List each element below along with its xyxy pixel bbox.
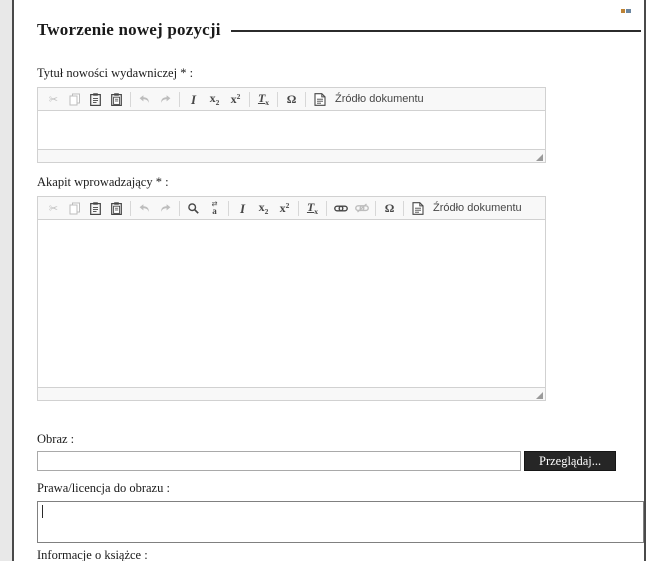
paste-from-word-button[interactable] (107, 91, 126, 107)
undo-button (135, 200, 154, 216)
cropped-corner-icon (621, 0, 632, 13)
document-source-button[interactable] (408, 200, 427, 216)
title-underline (230, 30, 641, 32)
title-richtext-editor: ✂ Ix2 x2 Tx Ω Źródło dokumentu (37, 87, 546, 163)
toolbar-separator (403, 200, 404, 216)
find-icon (187, 202, 200, 215)
superscript-button[interactable]: x2 (275, 200, 294, 216)
superscript-icon: x2 (279, 201, 290, 215)
paste-from-word-button[interactable] (107, 200, 126, 216)
redo-button (156, 91, 175, 107)
link-icon (333, 204, 348, 213)
redo-button (156, 200, 175, 216)
paste-icon (90, 92, 101, 106)
title-editor-footer (38, 149, 545, 162)
image-file-input[interactable] (37, 451, 521, 471)
undo-icon (138, 202, 151, 215)
paste-from-word-icon (111, 92, 122, 106)
document-source-button[interactable] (310, 91, 329, 107)
toolbar-separator (298, 200, 299, 216)
redo-icon (159, 202, 172, 215)
title-field-label: Tytuł nowości wydawniczej * : (37, 66, 194, 80)
paste-button[interactable] (86, 200, 105, 216)
rights-textarea[interactable] (37, 501, 644, 543)
text-caret (42, 505, 43, 518)
form-content: Tworzenie nowej pozycji Tytuł nowości wy… (14, 0, 644, 561)
page-title: Tworzenie nowej pozycji (37, 20, 221, 39)
toolbar-separator (228, 200, 229, 216)
cut-button: ✂ (44, 91, 63, 107)
copy-button (65, 200, 84, 216)
cut-button: ✂ (44, 200, 63, 216)
toolbar-separator (375, 200, 376, 216)
link-button[interactable] (331, 200, 350, 216)
remove-format-button[interactable]: Tx (254, 91, 273, 107)
italic-icon: I (190, 91, 197, 107)
remove-format-button[interactable]: Tx (303, 200, 322, 216)
special-character-icon: Ω (286, 92, 297, 106)
special-character-button[interactable]: Ω (380, 200, 399, 216)
subscript-button[interactable]: x2 (205, 91, 224, 107)
unlink-icon (354, 203, 369, 213)
find-button[interactable] (184, 200, 203, 216)
intro-editor-content[interactable] (38, 220, 545, 387)
image-file-row: Przeglądaj... (37, 451, 641, 471)
superscript-button[interactable]: x2 (226, 91, 245, 107)
title-editor-toolbar: ✂ Ix2 x2 Tx Ω Źródło dokumentu (38, 88, 545, 111)
subscript-icon: x2 (258, 199, 269, 216)
intro-richtext-editor: ✂ ⇄ a Ix2 x2 Tx Ω Źródło dokumentu (37, 196, 546, 401)
next-field-label: Informacje o książce : (37, 548, 148, 561)
undo-button (135, 91, 154, 107)
copy-button (65, 91, 84, 107)
page-title-row: Tworzenie nowej pozycji (37, 20, 641, 40)
intro-field-label: Akapit wprowadzający * : (37, 175, 169, 189)
italic-button[interactable]: I (233, 200, 252, 216)
resize-handle-icon[interactable] (536, 154, 543, 161)
replace-icon: ⇄ a (211, 199, 218, 216)
italic-icon: I (239, 200, 246, 216)
italic-button[interactable]: I (184, 91, 203, 107)
subscript-button[interactable]: x2 (254, 200, 273, 216)
special-character-button[interactable]: Ω (282, 91, 301, 107)
toolbar-separator (179, 200, 180, 216)
title-editor-content[interactable] (38, 111, 545, 149)
copy-icon (69, 202, 81, 215)
toolbar-separator (277, 91, 278, 107)
intro-editor-toolbar: ✂ ⇄ a Ix2 x2 Tx Ω Źródło dokumentu (38, 197, 545, 220)
remove-format-icon: Tx (306, 199, 319, 216)
copy-icon (69, 93, 81, 106)
paste-from-word-icon (111, 201, 122, 215)
subscript-icon: x2 (209, 90, 220, 107)
page: Tworzenie nowej pozycji Tytuł nowości wy… (0, 0, 660, 561)
toolbar-separator (326, 200, 327, 216)
intro-editor-footer (38, 387, 545, 400)
superscript-icon: x2 (230, 92, 241, 106)
special-character-icon: Ω (384, 201, 395, 215)
toolbar-separator (179, 91, 180, 107)
redo-icon (159, 93, 172, 106)
document-source-icon (411, 201, 424, 215)
cut-icon: ✂ (48, 201, 59, 215)
left-gutter (0, 0, 12, 561)
toolbar-separator (305, 91, 306, 107)
page-right-border (644, 0, 646, 561)
rights-field-label: Prawa/licencja do obrazu : (37, 481, 170, 495)
replace-button[interactable]: ⇄ a (205, 200, 224, 216)
remove-format-icon: Tx (257, 90, 270, 107)
toolbar-separator (249, 91, 250, 107)
image-field-label: Obraz : (37, 432, 75, 446)
toolbar-separator (130, 200, 131, 216)
browse-button[interactable]: Przeglądaj... (524, 451, 617, 471)
toolbar-separator (130, 91, 131, 107)
document-source-label[interactable]: Źródło dokumentu (433, 202, 522, 214)
paste-button[interactable] (86, 91, 105, 107)
resize-handle-icon[interactable] (536, 392, 543, 399)
undo-icon (138, 93, 151, 106)
cut-icon: ✂ (48, 92, 59, 106)
document-source-label[interactable]: Źródło dokumentu (335, 93, 424, 105)
document-source-icon (313, 92, 326, 106)
unlink-button (352, 200, 371, 216)
paste-icon (90, 201, 101, 215)
